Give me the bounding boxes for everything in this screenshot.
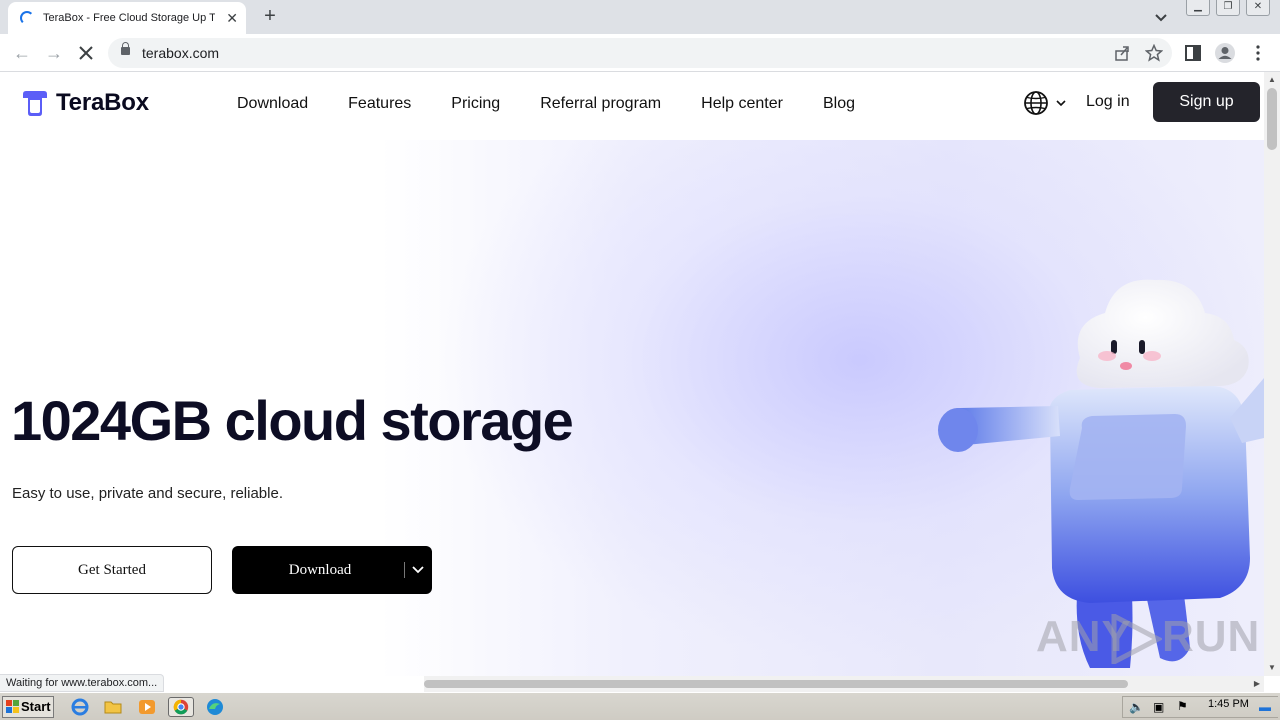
download-button-label: Download [288, 562, 352, 578]
internet-explorer-icon[interactable] [69, 697, 91, 717]
window-controls: ▁ ❐ ✕ [1186, 0, 1270, 18]
loading-spinner-icon [20, 11, 34, 25]
browser-toolbar: ← → terabox.com [0, 34, 1280, 72]
volume-icon[interactable]: 🔈 [1129, 700, 1144, 714]
signup-button[interactable]: Sign up [1153, 82, 1260, 122]
lock-icon[interactable] [121, 42, 130, 55]
main-nav: Download Features Pricing Referral progr… [217, 92, 875, 116]
windows-flag-icon [6, 700, 19, 713]
tab-search-icon[interactable] [1150, 6, 1172, 28]
nav-item-referral-program[interactable]: Referral program [520, 92, 681, 116]
new-tab-button[interactable]: + [258, 4, 282, 28]
horizontal-scroll-thumb[interactable] [424, 680, 1128, 688]
url-text[interactable]: terabox.com [142, 45, 219, 61]
nav-item-features[interactable]: Features [328, 92, 431, 116]
browser-status-bar: Waiting for www.terabox.com... [0, 674, 165, 692]
login-link[interactable]: Log in [1086, 93, 1130, 111]
vertical-scrollbar[interactable]: ▲ ▼ [1264, 72, 1280, 676]
side-panel-icon[interactable] [1182, 42, 1204, 64]
chrome-icon[interactable] [168, 697, 194, 717]
brand-logo[interactable]: TeraBox [20, 87, 149, 119]
browser-tab[interactable]: TeraBox - Free Cloud Storage Up To ✕ [8, 2, 246, 34]
download-button-divider [404, 562, 405, 578]
restore-icon[interactable]: ❐ [1216, 0, 1240, 16]
site-header: TeraBox Download Features Pricing Referr… [0, 72, 1264, 140]
language-globe-icon[interactable] [1022, 90, 1070, 116]
window-close-icon[interactable]: ✕ [1246, 0, 1270, 16]
horizontal-scrollbar[interactable]: ▶ [424, 676, 1264, 692]
edge-icon[interactable] [204, 697, 226, 717]
stop-loading-icon[interactable] [74, 41, 98, 65]
file-explorer-folder-icon[interactable] [102, 697, 124, 717]
close-tab-icon[interactable]: ✕ [226, 11, 238, 25]
action-center-flag-icon[interactable]: ⚑ [1177, 699, 1188, 713]
scroll-up-icon[interactable]: ▲ [1268, 76, 1276, 84]
get-started-button[interactable]: Get Started [12, 546, 212, 594]
hero-subtitle: Easy to use, private and secure, reliabl… [12, 485, 283, 502]
minimize-icon[interactable]: ▁ [1186, 0, 1210, 16]
scroll-down-icon[interactable]: ▼ [1268, 664, 1276, 672]
brand-name: TeraBox [56, 89, 149, 116]
address-bar[interactable]: terabox.com [108, 38, 1172, 68]
profile-avatar-icon[interactable] [1214, 42, 1236, 64]
tab-title: TeraBox - Free Cloud Storage Up To [43, 12, 215, 24]
nav-item-help-center[interactable]: Help center [681, 92, 803, 116]
nav-item-blog[interactable]: Blog [803, 92, 875, 116]
media-player-icon[interactable] [136, 697, 158, 717]
chevron-down-icon[interactable] [410, 562, 426, 578]
page-viewport: TeraBox Download Features Pricing Referr… [0, 72, 1264, 676]
forward-arrow-icon[interactable]: → [42, 41, 66, 65]
windows-taskbar: Start 🔈 ▣ ⚑ ▬ 1:45 PM [0, 692, 1280, 720]
show-desktop-icon[interactable]: ▬ [1259, 700, 1271, 714]
nav-item-download[interactable]: Download [217, 92, 328, 116]
share-icon[interactable] [1113, 44, 1131, 62]
back-arrow-icon[interactable]: ← [10, 41, 34, 65]
kebab-menu-icon[interactable] [1247, 42, 1269, 64]
taskbar-clock[interactable]: 1:45 PM [1208, 698, 1249, 710]
start-button[interactable]: Start [2, 696, 54, 718]
anyrun-watermark: ANY RUN [1036, 610, 1259, 666]
download-button[interactable]: Download [232, 546, 432, 594]
vertical-scroll-thumb[interactable] [1267, 88, 1277, 150]
hero-title: 1024GB cloud storage [11, 389, 574, 452]
network-icon[interactable]: ▣ [1153, 700, 1164, 714]
terabox-logo-icon [23, 90, 47, 116]
play-logo-icon [1111, 614, 1162, 664]
start-label: Start [21, 699, 51, 714]
scroll-right-icon[interactable]: ▶ [1254, 680, 1260, 688]
bookmark-star-icon[interactable] [1145, 44, 1163, 62]
browser-tab-strip: TeraBox - Free Cloud Storage Up To ✕ + ▁… [0, 0, 1280, 34]
watermark-right-text: RUN [1162, 612, 1261, 661]
system-tray: 🔈 ▣ ⚑ ▬ [1122, 696, 1278, 718]
nav-item-pricing[interactable]: Pricing [431, 92, 520, 116]
